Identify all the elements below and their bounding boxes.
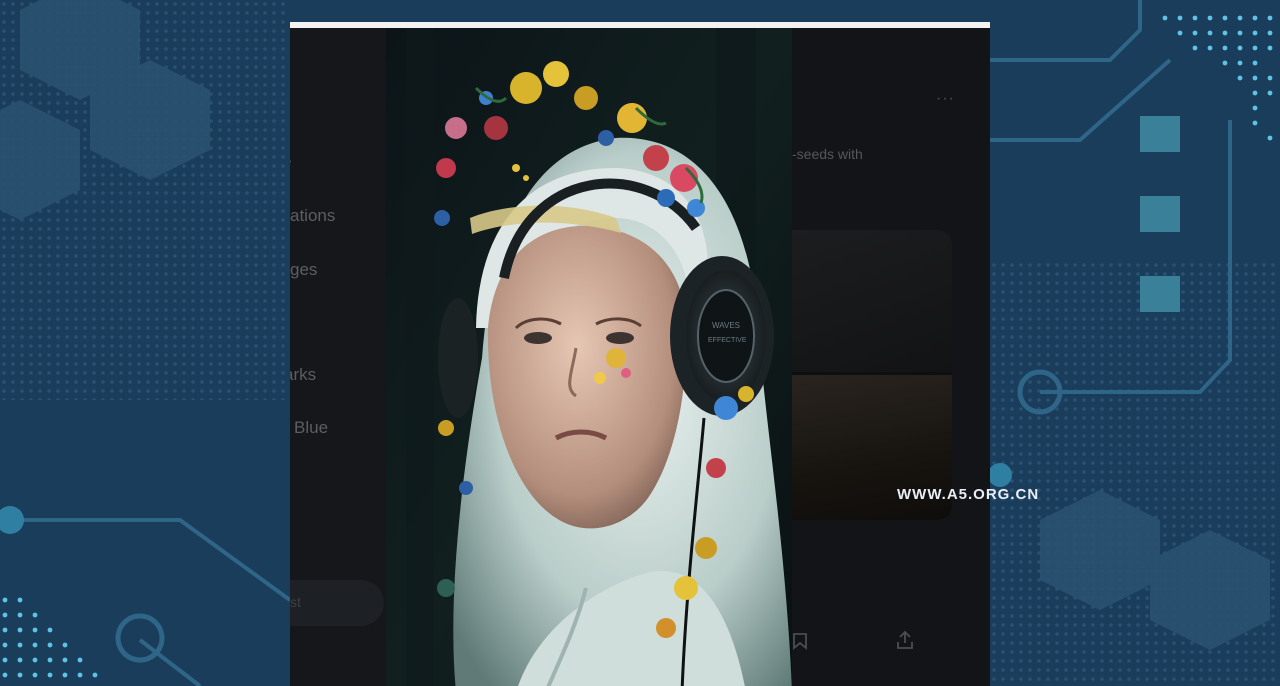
nav-item-label: ations [290, 206, 336, 225]
post-button[interactable]: st [290, 580, 384, 626]
share-icon[interactable] [896, 630, 914, 650]
nav-item-label: e [290, 152, 291, 172]
nav-item-home[interactable]: e [290, 152, 386, 174]
app-window: e ations ges arks Blue st [290, 22, 990, 686]
post-image[interactable]: WAVES EFFECTIVE [386, 28, 792, 686]
portrait-illustration: WAVES EFFECTIVE [386, 28, 792, 686]
grid-image[interactable] [792, 230, 952, 372]
nav-item-label: Blue [294, 418, 329, 437]
nav-item-bookmarks[interactable]: arks [290, 365, 386, 387]
nav-item-label: arks [290, 365, 317, 384]
headphone-label-1: WAVES [712, 321, 740, 330]
headphone-label-2: EFFECTIVE [708, 337, 747, 344]
post-detail-column: ··· -seeds with [792, 28, 990, 686]
post-text: -seeds with [792, 146, 863, 162]
post-button-label: st [290, 594, 301, 610]
nav-item-messages[interactable]: ges [290, 260, 386, 282]
image-grid [792, 230, 952, 520]
nav-item-twitter-blue[interactable]: Blue [290, 418, 386, 440]
nav-item-notifications[interactable]: ations [290, 206, 386, 228]
bookmark-icon[interactable] [792, 632, 808, 650]
nav-item-label: ges [290, 260, 318, 279]
more-horizontal-icon[interactable]: ··· [936, 90, 955, 108]
left-navigation: e ations ges arks Blue st [290, 28, 386, 686]
watermark-text: WWW.A5.ORG.CN [897, 486, 1040, 503]
